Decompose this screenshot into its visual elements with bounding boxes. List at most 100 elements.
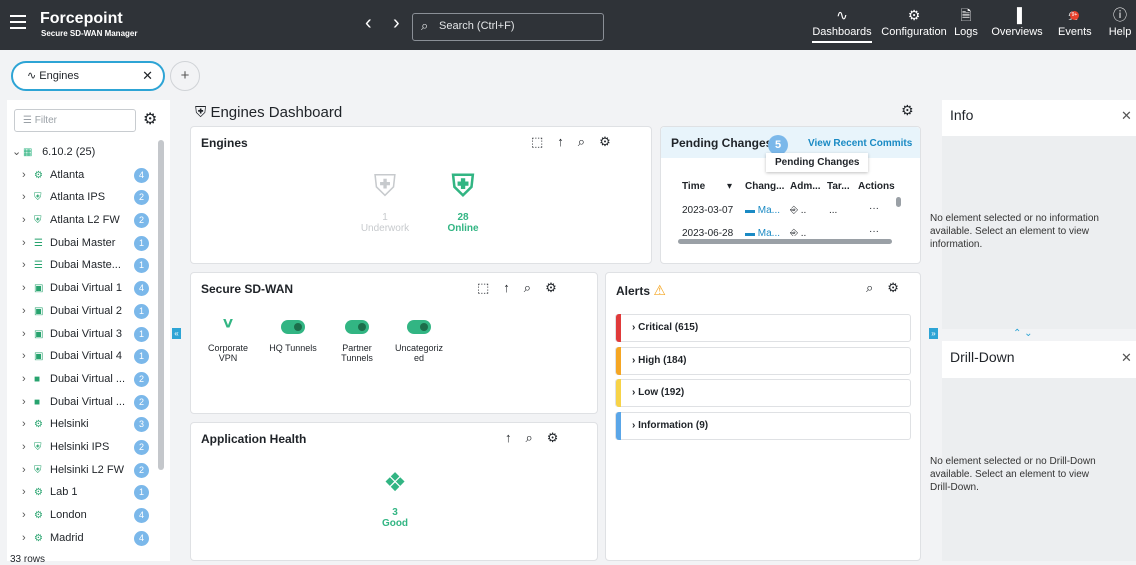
col-header-actions[interactable]: Actions [858,181,895,192]
resize-handle-icon[interactable]: ⌃ ⌄ [1013,328,1033,339]
sidebar-item[interactable]: › ▣ Dubai Virtual 1 4 [7,277,170,300]
sidebar-item[interactable]: › ▣ Dubai Virtual 4 1 [7,345,170,368]
filter-input[interactable]: ☰ Filter [14,109,136,132]
card-title: Alerts ⚠ [616,282,666,299]
chevron-right-icon[interactable]: › [22,368,26,390]
tunnel-icon [345,320,369,334]
count-badge: 1 [134,485,149,501]
close-icon[interactable]: ✕ [1121,108,1132,124]
sdwan-corporate-vpn[interactable]: ⱽ Corporate VPN [204,315,252,363]
alert-row-information[interactable]: › Information (9) [615,412,911,440]
sdwan-partner-tunnels[interactable]: Partner Tunnels [333,320,381,363]
sidebar-item[interactable]: › ⚙ Lab 1 1 [7,481,170,504]
sidebar-item[interactable]: › ■ Dubai Virtual ... 2 [7,391,170,414]
sdwan-hq-tunnels[interactable]: HQ Tunnels [269,320,317,353]
col-header-target[interactable]: Tar... [827,181,850,192]
sidebar-item[interactable]: › ⛨ Helsinki L2 FW 2 [7,459,170,482]
tab-engines[interactable]: ∿ Engines ✕ [11,61,165,91]
horizontal-scrollbar[interactable] [678,239,892,244]
sidebar-item[interactable]: › ⚙ London 4 [7,504,170,527]
chevron-right-icon[interactable]: › [22,459,26,481]
alert-row-high[interactable]: › High (184) [615,347,911,375]
sort-up-icon[interactable]: ↑ [503,280,510,295]
sidebar-item[interactable]: › ☰ Dubai Master 1 [7,232,170,255]
sidebar-item[interactable]: › ⛨ Helsinki IPS 2 [7,436,170,459]
col-header-change[interactable]: Chang... [745,181,784,192]
chevron-down-icon[interactable]: ⌄ [12,141,21,163]
vertical-scrollbar[interactable] [896,197,901,207]
gear-icon[interactable]: ⚙ [599,134,611,149]
gear-icon[interactable]: ⚙ [545,280,557,295]
sort-up-icon[interactable]: ↑ [557,134,564,149]
chevron-right-icon[interactable]: › [22,164,26,186]
chevron-right-icon[interactable]: › [22,436,26,458]
alert-row-critical[interactable]: › Critical (615) [615,314,911,342]
nav-events[interactable]: ⍾ Events [1058,4,1092,38]
nav-help[interactable]: ⓘ Help [1106,4,1134,38]
chevron-right-icon[interactable]: › [22,277,26,299]
view-recent-commits-link[interactable]: View Recent Commits [808,138,912,149]
back-arrow-icon[interactable]: ‹ [365,12,372,35]
nav-dashboards[interactable]: ∿ Dashboards [811,4,873,43]
row-change-link[interactable]: ▬ Ma... [745,228,780,236]
chevron-right-icon[interactable]: › [22,300,26,322]
chevron-right-icon[interactable]: › [22,391,26,413]
nav-overviews[interactable]: ▐ Overviews [990,4,1044,38]
chevron-right-icon[interactable]: › [22,413,26,435]
nav-logs[interactable]: 🗎 Logs [952,4,980,38]
sdwan-uncategorized[interactable]: Uncategoriz ed [395,320,443,363]
export-icon[interactable]: ⬚ [477,280,489,295]
search-icon[interactable]: ⌕ [866,280,873,295]
row-actions-menu[interactable]: ··· [869,226,879,236]
close-icon[interactable]: ✕ [142,68,153,84]
search-icon[interactable]: ⌕ [578,134,585,149]
chevron-right-icon[interactable]: › [22,345,26,367]
gear-icon[interactable]: ⚙ [901,102,914,119]
chevron-right-icon[interactable]: › [22,504,26,526]
chevron-right-icon[interactable]: › [22,527,26,549]
sidebar-item[interactable]: › ⛨ Atlanta IPS 2 [7,186,170,209]
search-icon[interactable]: ⌕ [526,430,533,445]
sidebar-item[interactable]: › ⚙ Atlanta 4 [7,164,170,187]
alert-row-low[interactable]: › Low (192) [615,379,911,407]
underwork-engines[interactable]: ⛨ 1 Underwork [355,170,415,234]
forward-arrow-icon[interactable]: › [393,12,400,35]
search-icon[interactable]: ⌕ [524,280,531,295]
sort-up-icon[interactable]: ↑ [505,430,512,445]
search-input[interactable]: ⌕ Search (Ctrl+F) [412,13,604,41]
add-tab-button[interactable]: + [170,61,200,91]
chevron-right-icon[interactable]: › [22,209,26,231]
sidebar-item[interactable]: › ■ Dubai Virtual ... 2 [7,368,170,391]
chevron-right-icon[interactable]: › [22,186,26,208]
collapse-right-icon[interactable]: » [929,328,938,339]
gear-icon[interactable]: ⚙ [547,430,559,445]
engine-icon: ⛨ [34,464,42,476]
sort-down-icon[interactable]: ▾ [727,181,732,192]
nav-configuration[interactable]: ⚙ Configuration [880,4,948,38]
sdwan-label: Tunnels [341,353,373,363]
tree-root[interactable]: ⌄ ▦ 6.10.2 (25) [7,141,170,164]
chevron-right-icon[interactable]: › [22,232,26,254]
sidebar-item[interactable]: › ▣ Dubai Virtual 2 1 [7,300,170,323]
gear-icon[interactable]: ⚙ [887,280,899,295]
collapse-left-icon[interactable]: « [172,328,181,339]
chevron-right-icon[interactable]: › [22,323,26,345]
chevron-right-icon[interactable]: › [22,254,26,276]
sidebar-item[interactable]: › ▣ Dubai Virtual 3 1 [7,323,170,346]
menu-icon[interactable] [10,15,26,29]
app-health-good[interactable]: ❖ 3 Good [365,467,425,529]
online-engines[interactable]: ⛨ 28 Online [433,170,493,234]
close-icon[interactable]: ✕ [1121,350,1132,366]
row-change-link[interactable]: ▬ Ma... [745,205,780,216]
sidebar-item[interactable]: › ⚙ Helsinki 3 [7,413,170,436]
col-header-admin[interactable]: Adm... [790,181,821,192]
col-header-time[interactable]: Time [682,181,705,192]
pulse-icon: ∿ [27,70,37,82]
chevron-right-icon[interactable]: › [22,481,26,503]
export-icon[interactable]: ⬚ [531,134,543,149]
row-actions-menu[interactable]: ··· [869,203,879,214]
gear-icon[interactable]: ⚙ [143,109,157,129]
sidebar-item[interactable]: › ⚙ Madrid 4 [7,527,170,550]
sidebar-item[interactable]: › ⛨ Atlanta L2 FW 2 [7,209,170,232]
sidebar-item[interactable]: › ☰ Dubai Maste... 1 [7,254,170,277]
